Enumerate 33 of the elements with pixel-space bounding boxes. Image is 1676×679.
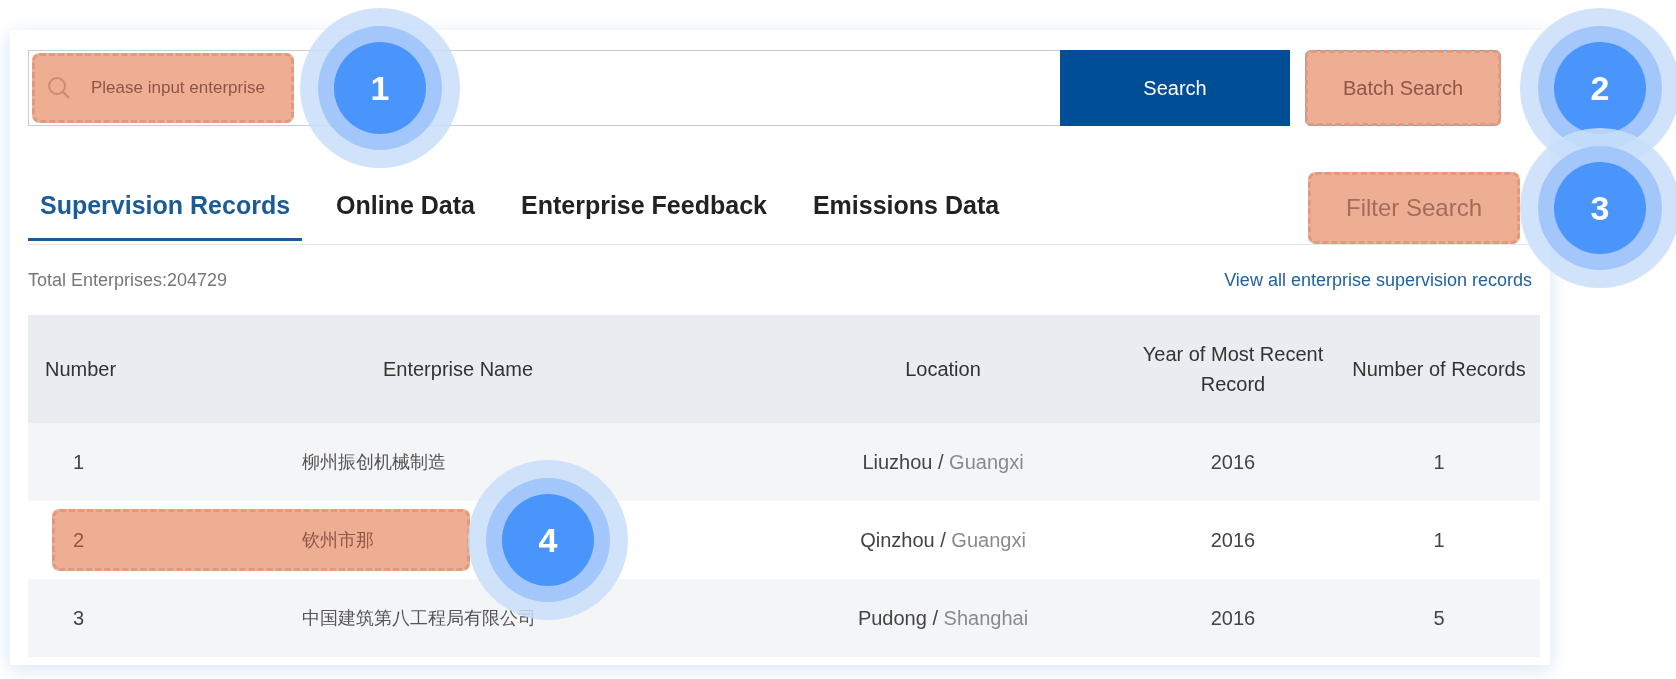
column-header: Year of Most Recent Record [1141,342,1325,397]
tab[interactable]: Online Data [324,176,487,241]
table-cell-text: 2016 [1209,528,1257,552]
table-cell-text: 5 [1432,606,1446,630]
column-header: Enterprise Name [381,357,535,382]
total-count: Total Enterprises:204729 [28,269,228,291]
table-cell-text: 2 [72,528,86,552]
table-cell-text: 2016 [1209,606,1257,630]
table-cell: 柳州振创机械制造 [302,451,446,472]
city-text: Liuzhou / [862,450,944,473]
search-button[interactable]: Search [1060,50,1290,126]
province-text: Guangxi [951,528,1026,551]
table-cell-text: 3 [72,606,86,630]
table-cell-text: 2016 [1209,450,1257,474]
search-icon [46,75,72,101]
city-text: Qinzhou / [860,528,946,551]
column-header: Location [904,357,982,382]
province-text: Guangxi [949,450,1024,473]
tab[interactable]: Enterprise Feedback [509,176,779,241]
province-text: Shanghai [943,606,1029,629]
tab[interactable]: Emissions Data [800,176,1012,241]
view-all-link[interactable]: View all enterprise supervision records [1224,269,1532,291]
step-callout: 1 [300,8,460,168]
column-header: Number of Records [1351,357,1527,382]
table-row[interactable]: 1 柳州振创机械制造 Liuzhou / Guangxi 2016 1 [28,423,1540,501]
column-header: Number [44,357,118,382]
table-cell: 钦州市那 [302,529,374,550]
table-cell-text: 1 [72,450,86,474]
table-cell-text: 1 [1432,528,1446,552]
tab[interactable]: Supervision Records [28,176,303,241]
city-text: Pudong / [857,606,938,629]
table-cell-text: 1 [1432,450,1446,474]
table-row[interactable]: 3 中国建筑第八工程局有限公司 Pudong / Shanghai 2016 5 [28,579,1540,657]
